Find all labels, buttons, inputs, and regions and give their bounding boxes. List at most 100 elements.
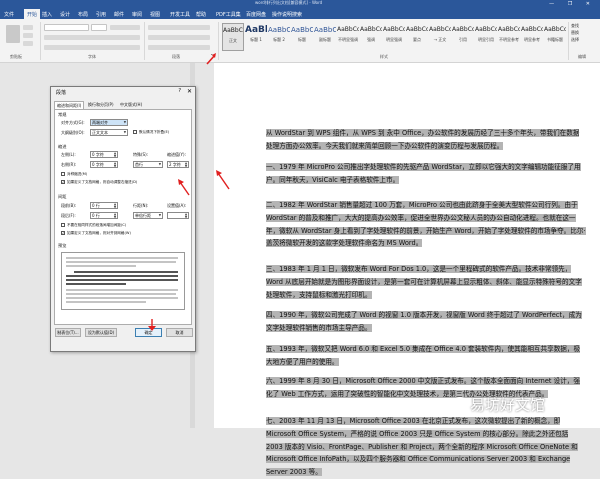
format-painter-icon[interactable] bbox=[23, 41, 33, 46]
style-label: 标题 1 bbox=[250, 37, 262, 42]
style-option[interactable]: AaBbCcDd 不明显参考 bbox=[498, 23, 520, 51]
ribbon-tab[interactable]: 邮件 bbox=[114, 11, 124, 18]
style-option[interactable]: AaBbCcDd 不明显强调 bbox=[337, 23, 359, 51]
snap-to-grid-checkbox[interactable]: ✓ bbox=[61, 231, 65, 235]
select-button[interactable]: 选择 bbox=[571, 37, 597, 44]
mirror-indents-label: 对称缩进(M) bbox=[67, 172, 88, 176]
chevron-down-icon: ▼ bbox=[123, 120, 126, 124]
ribbon-tab[interactable]: 设计 bbox=[60, 11, 70, 18]
style-option[interactable]: AaBbC 副标题 bbox=[314, 23, 336, 51]
collapsed-checkbox[interactable] bbox=[133, 130, 137, 134]
section-spacing: 间距 bbox=[58, 194, 67, 199]
paragraph[interactable]: 从 WordStar 到 WPS 组件，从 WPS 到 永中 Office，办公… bbox=[266, 127, 586, 153]
style-option[interactable]: AaBbCcDd 强调 bbox=[360, 23, 382, 51]
document-page[interactable]: 从 WordStar 到 WPS 组件，从 WPS 到 永中 Office，办公… bbox=[214, 63, 600, 477]
cancel-button[interactable]: 取消 bbox=[166, 328, 193, 337]
cut-icon[interactable] bbox=[23, 25, 33, 30]
style-option[interactable]: AaBbC 标题 2 bbox=[268, 23, 290, 51]
special-indent-label: 特殊(S): bbox=[133, 152, 149, 157]
style-sample: AaBbCcDd bbox=[452, 26, 474, 33]
no-space-same-style-checkbox[interactable] bbox=[61, 223, 65, 227]
ribbon-tab[interactable]: 开始 bbox=[24, 9, 41, 19]
style-sample: AaBbCcDd bbox=[337, 26, 359, 33]
ribbon-tab[interactable]: 引用 bbox=[96, 11, 106, 18]
set-default-button[interactable]: 设为默认值(D) bbox=[85, 328, 117, 337]
alignment-select[interactable]: 两端对齐 ▼ bbox=[90, 119, 128, 126]
spinner-icon: ▲ ▼ bbox=[113, 151, 117, 158]
style-option[interactable]: AaBb 标题 1 bbox=[245, 23, 267, 51]
ribbon-tab[interactable]: 帮助 bbox=[196, 11, 206, 18]
ribbon-tab[interactable]: 审阅 bbox=[132, 11, 142, 18]
ribbon-tab[interactable]: 百度网盘 bbox=[246, 11, 266, 18]
paragraph[interactable]: 七、2003 年 11 月 13 日，Microsoft Office 2003… bbox=[266, 415, 586, 479]
style-label: 标题 2 bbox=[273, 37, 285, 42]
ribbon-tab[interactable]: 插入 bbox=[42, 11, 52, 18]
style-option[interactable]: AaBbCcDd 书籍标题 bbox=[544, 23, 566, 51]
preview-line bbox=[66, 261, 176, 263]
outline-level-select[interactable]: 正文文本 ▼ bbox=[90, 129, 128, 136]
auto-adjust-indent-label: 如果定义了文档网格，则自动调整右缩进(D) bbox=[67, 180, 138, 184]
spinner-icon: ▲ ▼ bbox=[113, 212, 117, 219]
space-after-input[interactable]: 0 行 ▲ ▼ bbox=[90, 212, 118, 219]
group-label-paragraph: 段落 bbox=[172, 54, 180, 59]
style-sample: AaBbC bbox=[314, 26, 336, 34]
style-label: 正文 bbox=[229, 38, 237, 43]
tab-asian-typography[interactable]: 中文版式(H) bbox=[118, 101, 144, 109]
close-icon[interactable]: ✕ bbox=[187, 88, 192, 95]
style-option[interactable]: AaBbCcDd 要点 bbox=[406, 23, 428, 51]
font-format-buttons[interactable] bbox=[44, 35, 140, 40]
font-size-box[interactable] bbox=[91, 24, 107, 31]
line-spacing-at-input[interactable]: ▲ ▼ bbox=[167, 212, 189, 219]
style-option[interactable]: AaBbC 标题 bbox=[291, 23, 313, 51]
shading-border-buttons[interactable] bbox=[148, 45, 210, 50]
ribbon-tab[interactable]: 布局 bbox=[78, 11, 88, 18]
collapsed-label: 默认情况下折叠(E) bbox=[139, 130, 170, 134]
style-option[interactable]: AaBbCcDd → 正文 bbox=[429, 23, 451, 51]
style-sample: AaBbCcDd bbox=[406, 26, 428, 33]
window-controls[interactable]: — ❐ ✕ bbox=[549, 1, 596, 7]
font-color-buttons[interactable] bbox=[44, 45, 140, 50]
watermark-logo-icon bbox=[452, 397, 468, 411]
ribbon-tab[interactable]: 开发工具 bbox=[170, 11, 190, 18]
tab-line-page-breaks[interactable]: 换行和分页(P) bbox=[86, 101, 116, 109]
line-spacing-select[interactable]: 单倍行距 ▼ bbox=[133, 212, 163, 219]
find-button[interactable]: 查找 bbox=[571, 23, 597, 30]
left-indent-input[interactable]: 0 字符 ▲ ▼ bbox=[90, 151, 118, 158]
space-before-input[interactable]: 0 行 ▲ ▼ bbox=[90, 202, 118, 209]
style-option[interactable]: AaBbCcDd 明显强调 bbox=[383, 23, 405, 51]
ribbon-tab[interactable]: 视图 bbox=[150, 11, 160, 18]
paste-icon[interactable] bbox=[6, 25, 20, 43]
group-separator bbox=[568, 22, 569, 60]
special-indent-select[interactable]: 首行 ▼ bbox=[133, 161, 163, 168]
ribbon: 剪贴板 字体 段落 ⤡ AaBbCcDd正文AaBb标题 1AaBbC标题 2A… bbox=[0, 19, 600, 63]
paragraph[interactable]: 五、1993 年，微软又把 Word 6.0 和 Excel 5.0 集成在 O… bbox=[266, 343, 586, 369]
style-option[interactable]: AaBbCcDd 明显参考 bbox=[521, 23, 543, 51]
font-name-box[interactable] bbox=[44, 24, 89, 31]
ribbon-tab-bar: 文件 开始 插入 设计 布局 引用 邮件 审阅 视图 开发工具 帮助 PDF工具集 百度网盘 操作说明搜索 bbox=[0, 9, 600, 19]
paragraph[interactable]: 三、1983 年 1 月 1 日，微软发布 Word For Dos 1.0，这… bbox=[266, 263, 586, 301]
right-indent-input[interactable]: 0 字符 ▲ ▼ bbox=[90, 161, 118, 168]
style-option[interactable]: AaBbCcDd 引用 bbox=[452, 23, 474, 51]
style-label: → 正文 bbox=[433, 37, 447, 42]
replace-button[interactable]: 替换 bbox=[571, 30, 597, 37]
paragraph[interactable]: 一、1979 年 MicroPro 公司推出字处理软件的先驱产品 WordSta… bbox=[266, 161, 586, 187]
font-size-buttons[interactable] bbox=[110, 25, 140, 30]
tabs-button[interactable]: 制表位(T)... bbox=[55, 328, 81, 337]
style-option[interactable]: AaBbCcDd 明显引用 bbox=[475, 23, 497, 51]
ribbon-tab[interactable]: PDF工具集 bbox=[216, 11, 241, 18]
title-bar: word排行列出文档[兼容模式] - Word — ❐ ✕ bbox=[0, 0, 600, 9]
copy-icon[interactable] bbox=[23, 33, 33, 38]
paragraph[interactable]: 二、1982 年 WordStar 销售量超过 100 万套，MicroPro … bbox=[266, 199, 586, 250]
preview-line bbox=[66, 293, 176, 295]
ribbon-tab[interactable]: 文件 bbox=[4, 11, 14, 18]
list-buttons[interactable] bbox=[148, 25, 210, 30]
mirror-indents-checkbox[interactable] bbox=[61, 172, 65, 176]
ribbon-tab[interactable]: 操作说明搜索 bbox=[272, 11, 302, 18]
help-icon[interactable]: ? bbox=[178, 88, 181, 94]
paragraph[interactable]: 四、1990 年，微软公司完成了 Word 的视窗 1.0 版本开发，视窗版 W… bbox=[266, 309, 586, 335]
no-space-same-style-label: 不要在相同样式的段落间增加间距(C) bbox=[67, 223, 127, 227]
auto-adjust-indent-checkbox[interactable]: ✓ bbox=[61, 180, 65, 184]
alignment-buttons[interactable] bbox=[148, 35, 210, 40]
indent-by-input[interactable]: 2 字符 ▲ ▼ bbox=[167, 161, 189, 168]
style-option[interactable]: AaBbCcDd 正文 bbox=[222, 23, 244, 51]
